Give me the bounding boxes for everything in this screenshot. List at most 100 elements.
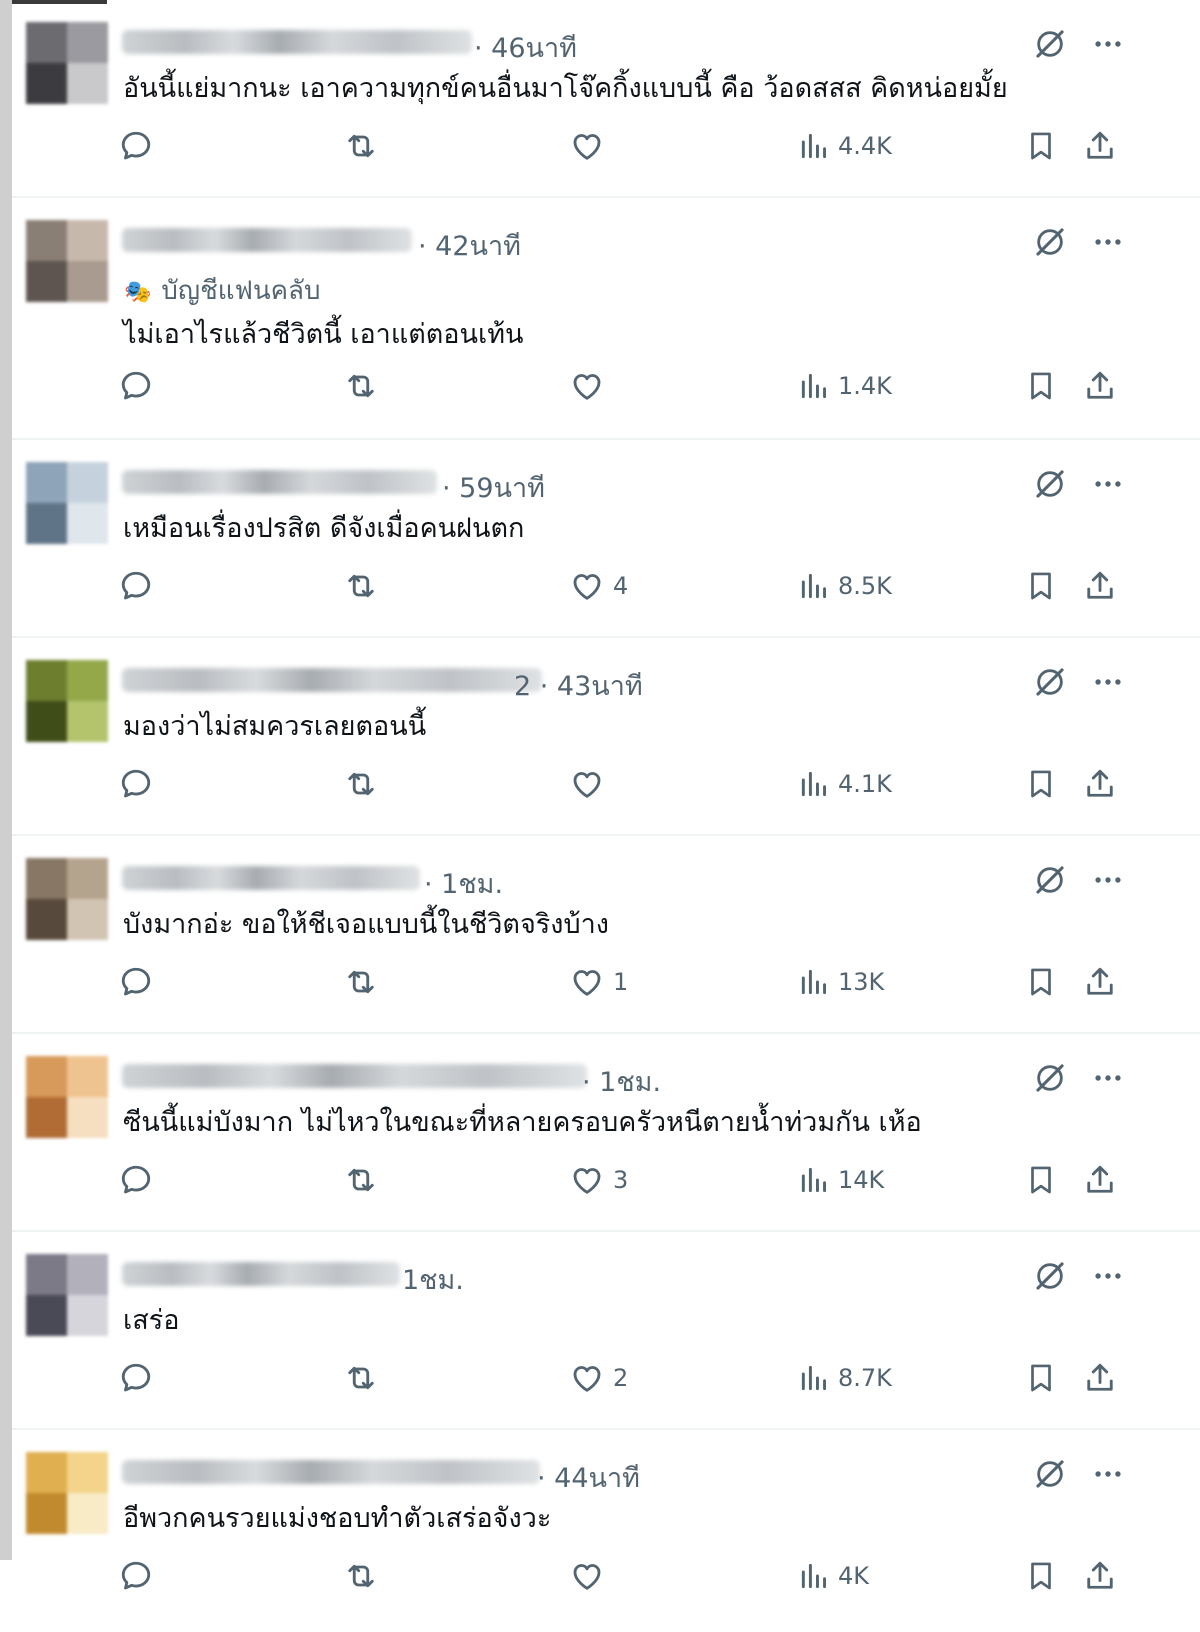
reply-timestamp[interactable]: · 1ชม. bbox=[582, 1060, 661, 1103]
views-button[interactable]: 1.4K bbox=[798, 364, 892, 408]
avatar[interactable] bbox=[26, 660, 108, 742]
bookmark-button[interactable] bbox=[1024, 124, 1058, 168]
share-button[interactable] bbox=[1082, 124, 1118, 168]
share-button[interactable] bbox=[1082, 1554, 1118, 1598]
like-count: 2 bbox=[613, 1364, 629, 1392]
blurred-username[interactable] bbox=[122, 1064, 587, 1088]
reply-item[interactable]: · 1ชม. บังมากอ่ะ ขอให้ชีเจอแบบนี้ในชีวิต… bbox=[12, 834, 1200, 1032]
blurred-username[interactable] bbox=[122, 30, 472, 54]
repost-button[interactable] bbox=[342, 1158, 380, 1202]
blurred-username[interactable] bbox=[122, 470, 437, 494]
reply-item[interactable]: 1ชม. เสร่อ 2 8.7K bbox=[12, 1230, 1200, 1428]
more-options-icon[interactable] bbox=[1088, 1256, 1128, 1296]
grok-icon[interactable] bbox=[1030, 464, 1070, 504]
share-button[interactable] bbox=[1082, 1158, 1118, 1202]
views-button[interactable]: 8.7K bbox=[798, 1356, 892, 1400]
reply-button[interactable] bbox=[118, 1356, 154, 1400]
bookmark-button[interactable] bbox=[1024, 1356, 1058, 1400]
more-options-icon[interactable] bbox=[1088, 860, 1128, 900]
reply-item[interactable]: · 1ชม. ซีนนี้แม่บังมาก ไม่ไหวในขณะที่หลา… bbox=[12, 1032, 1200, 1230]
share-button[interactable] bbox=[1082, 960, 1118, 1004]
views-button[interactable]: 4.1K bbox=[798, 762, 892, 806]
share-button[interactable] bbox=[1082, 364, 1118, 408]
grok-icon[interactable] bbox=[1030, 222, 1070, 262]
avatar[interactable] bbox=[26, 1056, 108, 1138]
like-button[interactable] bbox=[569, 364, 613, 408]
more-options-icon[interactable] bbox=[1088, 1454, 1128, 1494]
grok-icon[interactable] bbox=[1030, 860, 1070, 900]
like-button[interactable] bbox=[569, 1554, 613, 1598]
repost-button[interactable] bbox=[342, 1356, 380, 1400]
share-icon bbox=[1082, 766, 1118, 802]
share-button[interactable] bbox=[1082, 564, 1118, 608]
like-button[interactable] bbox=[569, 124, 613, 168]
share-button[interactable] bbox=[1082, 762, 1118, 806]
views-button[interactable]: 13K bbox=[798, 960, 884, 1004]
reply-timestamp[interactable]: · 46นาที bbox=[474, 26, 577, 69]
bookmark-button[interactable] bbox=[1024, 960, 1058, 1004]
bookmark-icon bbox=[1024, 128, 1058, 164]
reply-timestamp[interactable]: · 1ชม. bbox=[424, 862, 503, 905]
repost-icon bbox=[342, 568, 380, 604]
grok-icon[interactable] bbox=[1030, 1058, 1070, 1098]
avatar[interactable] bbox=[26, 1452, 108, 1534]
views-button[interactable]: 8.5K bbox=[798, 564, 892, 608]
views-button[interactable]: 4K bbox=[798, 1554, 869, 1598]
like-button[interactable]: 3 bbox=[569, 1158, 628, 1202]
reply-button[interactable] bbox=[118, 1158, 154, 1202]
more-options-icon[interactable] bbox=[1088, 662, 1128, 702]
reply-button[interactable] bbox=[118, 364, 154, 408]
grok-icon[interactable] bbox=[1030, 1256, 1070, 1296]
share-button[interactable] bbox=[1082, 1356, 1118, 1400]
repost-button[interactable] bbox=[342, 960, 380, 1004]
repost-button[interactable] bbox=[342, 762, 380, 806]
reply-item[interactable]: · 59นาที เหมือนเรื่องปรสิต ดีจังเมื่อคนฝ… bbox=[12, 438, 1200, 636]
like-button[interactable]: 1 bbox=[569, 960, 628, 1004]
reply-timestamp[interactable]: · 44นาที bbox=[537, 1456, 640, 1499]
reply-timestamp[interactable]: · 42นาที bbox=[418, 224, 521, 267]
avatar[interactable] bbox=[26, 22, 108, 104]
more-options-icon[interactable] bbox=[1088, 464, 1128, 504]
grok-icon[interactable] bbox=[1030, 662, 1070, 702]
like-button[interactable]: 4 bbox=[569, 564, 628, 608]
reply-timestamp[interactable]: 2 · 43นาที bbox=[514, 664, 643, 707]
reply-item[interactable]: 2 · 43นาที มองว่าไม่สมควรเลยตอนนี้ 4.1K bbox=[12, 636, 1200, 834]
blurred-username[interactable] bbox=[122, 1460, 540, 1484]
bookmark-button[interactable] bbox=[1024, 762, 1058, 806]
grok-icon[interactable] bbox=[1030, 1454, 1070, 1494]
bookmark-button[interactable] bbox=[1024, 364, 1058, 408]
repost-button[interactable] bbox=[342, 1554, 380, 1598]
blurred-username[interactable] bbox=[122, 668, 542, 692]
reply-timestamp[interactable]: 1ชม. bbox=[402, 1258, 464, 1301]
reply-item[interactable]: · 46นาที อันนี้แย่มากนะ เอาความทุกข์คนอื… bbox=[12, 0, 1200, 196]
like-button[interactable] bbox=[569, 762, 613, 806]
like-button[interactable]: 2 bbox=[569, 1356, 628, 1400]
more-options-icon[interactable] bbox=[1088, 24, 1128, 64]
blurred-username[interactable] bbox=[122, 1262, 400, 1286]
views-button[interactable]: 14K bbox=[798, 1158, 884, 1202]
more-options-icon[interactable] bbox=[1088, 222, 1128, 262]
avatar[interactable] bbox=[26, 462, 108, 544]
grok-icon[interactable] bbox=[1030, 24, 1070, 64]
bookmark-button[interactable] bbox=[1024, 564, 1058, 608]
reply-button[interactable] bbox=[118, 124, 154, 168]
reply-button[interactable] bbox=[118, 960, 154, 1004]
reply-button[interactable] bbox=[118, 762, 154, 806]
avatar[interactable] bbox=[26, 1254, 108, 1336]
reply-button[interactable] bbox=[118, 1554, 154, 1598]
bookmark-button[interactable] bbox=[1024, 1158, 1058, 1202]
blurred-username[interactable] bbox=[122, 228, 412, 252]
blurred-username[interactable] bbox=[122, 866, 420, 890]
repost-button[interactable] bbox=[342, 364, 380, 408]
more-options-icon[interactable] bbox=[1088, 1058, 1128, 1098]
repost-button[interactable] bbox=[342, 124, 380, 168]
avatar[interactable] bbox=[26, 858, 108, 940]
views-button[interactable]: 4.4K bbox=[798, 124, 892, 168]
reply-timestamp[interactable]: · 59นาที bbox=[442, 466, 545, 509]
reply-item[interactable]: · 44นาที อีพวกคนรวยแม่งชอบทำตัวเสร่อจังว… bbox=[12, 1428, 1200, 1626]
reply-item[interactable]: · 42นาที 🎭 บัญชีแฟนคลับ ไม่เอาไรแล้วชีวิต… bbox=[12, 196, 1200, 438]
avatar[interactable] bbox=[26, 220, 108, 302]
bookmark-button[interactable] bbox=[1024, 1554, 1058, 1598]
repost-button[interactable] bbox=[342, 564, 380, 608]
reply-button[interactable] bbox=[118, 564, 154, 608]
